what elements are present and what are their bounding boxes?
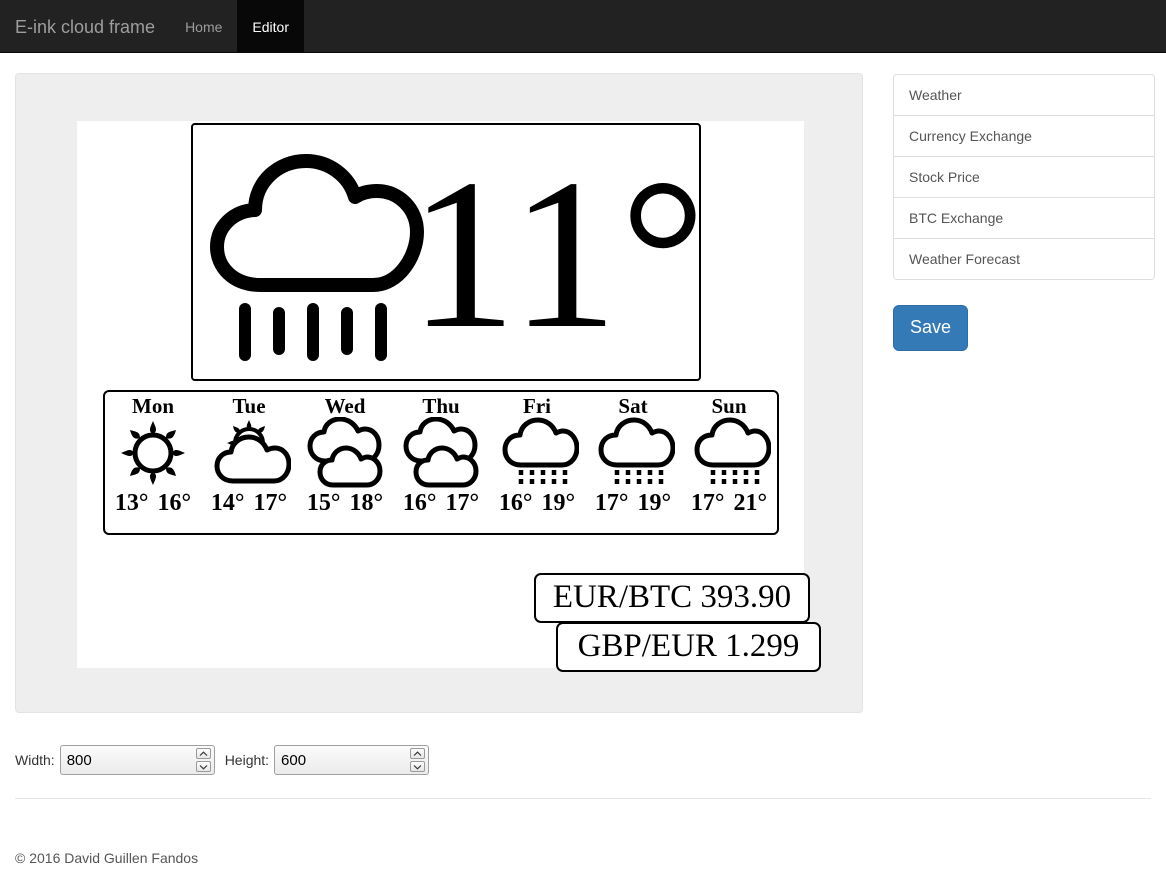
preview-well: 11° Mon 13° 16° Tue 14° 17° Wed 15° 18° … <box>15 73 863 713</box>
forecast-low: 14° <box>210 490 245 516</box>
forecast-day-temps: 15° 18° <box>307 490 383 516</box>
width-spinner-buttons[interactable] <box>195 748 211 772</box>
sidebar-item-weather[interactable]: Weather <box>894 75 1154 116</box>
sidebar-item-weather-forecast[interactable]: Weather Forecast <box>894 239 1154 279</box>
widget-currency-exchange[interactable]: GBP/EUR 1.299 <box>556 622 821 672</box>
forecast-day-name: Mon <box>132 394 174 418</box>
widget-weather[interactable]: 11° <box>191 123 701 381</box>
forecast-low: 16° <box>402 490 437 516</box>
double-cloud-icon <box>307 417 383 488</box>
width-stepper[interactable] <box>59 745 215 775</box>
brand-link[interactable]: E-ink cloud frame <box>0 0 170 53</box>
sidebar-item-btc-exchange[interactable]: BTC Exchange <box>894 198 1154 239</box>
forecast-high: 16° <box>157 490 192 516</box>
footer-copyright: © 2016 David Guillen Fandos <box>15 850 199 866</box>
widget-weather-forecast[interactable]: Mon 13° 16° Tue 14° 17° Wed 15° 18° Thu … <box>103 390 779 535</box>
forecast-day: Sun 17° 21° <box>681 394 777 531</box>
forecast-low: 16° <box>498 490 533 516</box>
height-label: Height: <box>224 752 270 768</box>
forecast-low: 15° <box>306 490 341 516</box>
nav-item-editor[interactable]: Editor <box>237 0 304 53</box>
forecast-low: 17° <box>690 490 725 516</box>
widget-btc-exchange[interactable]: EUR/BTC 393.90 <box>534 573 810 623</box>
cloud-rain-icon <box>598 417 675 487</box>
navbar-nav: Home Editor <box>170 0 304 53</box>
forecast-day: Mon 13° 16° <box>105 394 201 531</box>
height-input[interactable] <box>274 745 430 775</box>
width-spinner-up-icon[interactable] <box>195 748 211 759</box>
widget-sidebar: Weather Currency Exchange Stock Price BT… <box>893 74 1155 351</box>
forecast-low: 17° <box>594 490 629 516</box>
width-input[interactable] <box>59 745 215 775</box>
forecast-high: 17° <box>253 490 288 516</box>
forecast-day: Wed 15° 18° <box>297 394 393 531</box>
nav-item-home[interactable]: Home <box>170 0 237 53</box>
height-spinner-down-icon[interactable] <box>410 761 426 772</box>
sidebar-item-currency-exchange[interactable]: Currency Exchange <box>894 116 1154 157</box>
forecast-high: 21° <box>733 490 768 516</box>
double-cloud-icon <box>403 417 479 488</box>
forecast-high: 19° <box>637 490 672 516</box>
forecast-day-name: Wed <box>324 394 366 418</box>
forecast-day: Sat 17° 19° <box>585 394 681 531</box>
footer-divider <box>15 798 1151 799</box>
sidebar-item-stock-price[interactable]: Stock Price <box>894 157 1154 198</box>
sun-icon <box>121 421 185 485</box>
height-spinner-up-icon[interactable] <box>410 748 426 759</box>
current-temperature: 11° <box>409 134 701 373</box>
forecast-day-temps: 14° 17° <box>211 490 287 516</box>
forecast-high: 17° <box>445 490 480 516</box>
page-container: 11° Mon 13° 16° Tue 14° 17° Wed 15° 18° … <box>0 53 1166 891</box>
dimension-controls: Width: Height: <box>15 745 439 775</box>
forecast-day: Tue 14° 17° <box>201 394 297 531</box>
cloud-rain-icon <box>694 417 771 487</box>
forecast-day-temps: 16° 19° <box>499 490 575 516</box>
forecast-high: 19° <box>541 490 576 516</box>
forecast-day-name: Thu <box>422 394 460 418</box>
height-spinner-buttons[interactable] <box>410 748 426 772</box>
forecast-day-name: Fri <box>523 394 551 418</box>
forecast-day-name: Sun <box>711 394 747 418</box>
height-stepper[interactable] <box>274 745 430 775</box>
forecast-day-temps: 17° 19° <box>595 490 671 516</box>
forecast-low: 13° <box>114 490 149 516</box>
width-label: Width: <box>15 752 55 768</box>
cloud-rain-icon <box>502 417 579 487</box>
forecast-day-temps: 17° 21° <box>691 490 767 516</box>
eink-canvas[interactable]: 11° Mon 13° 16° Tue 14° 17° Wed 15° 18° … <box>77 121 821 672</box>
forecast-high: 18° <box>349 490 384 516</box>
widget-list: Weather Currency Exchange Stock Price BT… <box>893 74 1155 280</box>
forecast-day-name: Tue <box>232 394 266 418</box>
sun-cloud-icon <box>214 420 291 484</box>
forecast-day: Fri 16° 19° <box>489 394 585 531</box>
forecast-day: Thu 16° 17° <box>393 394 489 531</box>
cloud-rain-icon <box>210 154 424 361</box>
top-navbar: E-ink cloud frame Home Editor <box>0 0 1166 53</box>
save-button[interactable]: Save <box>893 305 969 351</box>
forecast-day-name: Sat <box>618 394 648 418</box>
width-spinner-down-icon[interactable] <box>195 761 211 772</box>
forecast-day-temps: 16° 17° <box>403 490 479 516</box>
forecast-day-temps: 13° 16° <box>115 490 191 516</box>
